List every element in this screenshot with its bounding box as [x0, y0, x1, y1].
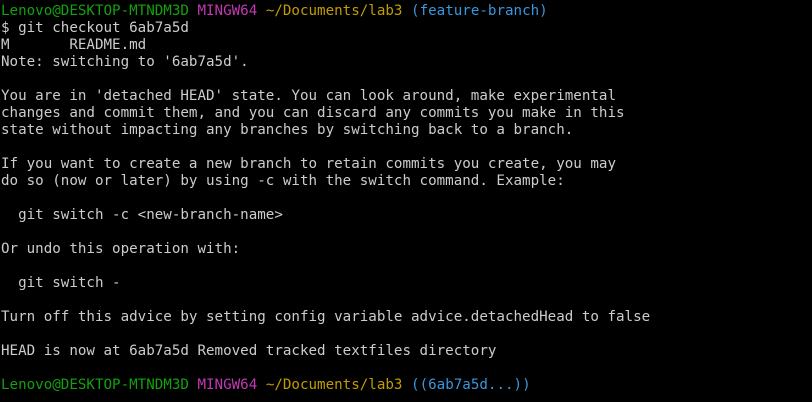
output-advice-off: Turn off this advice by setting config v… — [1, 309, 651, 325]
prompt-user-host: Lenovo@DESKTOP-MTNDM3D — [1, 377, 189, 393]
output-detached-line-2: changes and commit them, and you can dis… — [1, 105, 625, 121]
output-detached-line-3: state without impacting any branches by … — [1, 122, 574, 138]
prompt-branch: (feature-branch) — [411, 3, 548, 19]
output-head-now: HEAD is now at 6ab7a5d Removed tracked t… — [1, 343, 497, 359]
prompt-system: MINGW64 — [197, 3, 258, 19]
prompt-user-host: Lenovo@DESKTOP-MTNDM3D — [1, 3, 189, 19]
output-undo-intro: Or undo this operation with: — [1, 241, 241, 257]
prompt-system: MINGW64 — [197, 377, 258, 393]
output-undo-command: git switch - — [1, 275, 121, 291]
prompt-line-current: Lenovo@DESKTOP-MTNDM3D MINGW64 ~/Documen… — [0, 377, 812, 394]
output-note: Note: switching to '6ab7a5d'. — [1, 54, 249, 70]
command-line: $ git checkout 6ab7a5d — [1, 20, 189, 36]
output-new-branch-line-2: do so (now or later) by using -c with th… — [1, 173, 565, 189]
prompt-line: Lenovo@DESKTOP-MTNDM3D MINGW64 ~/Documen… — [0, 3, 812, 20]
prompt-branch: ((6ab7a5d...)) — [411, 377, 531, 393]
output-new-branch-line-1: If you want to create a new branch to re… — [1, 156, 616, 172]
output-modified-file: M README.md — [1, 37, 147, 53]
terminal-window[interactable]: Lenovo@DESKTOP-MTNDM3D MINGW64 ~/Documen… — [0, 0, 812, 402]
output-example-command: git switch -c <new-branch-name> — [1, 207, 283, 223]
prompt-path: ~/Documents/lab3 — [265, 377, 403, 393]
output-detached-line-1: You are in 'detached HEAD' state. You ca… — [1, 88, 616, 104]
prompt-path: ~/Documents/lab3 — [265, 3, 403, 19]
